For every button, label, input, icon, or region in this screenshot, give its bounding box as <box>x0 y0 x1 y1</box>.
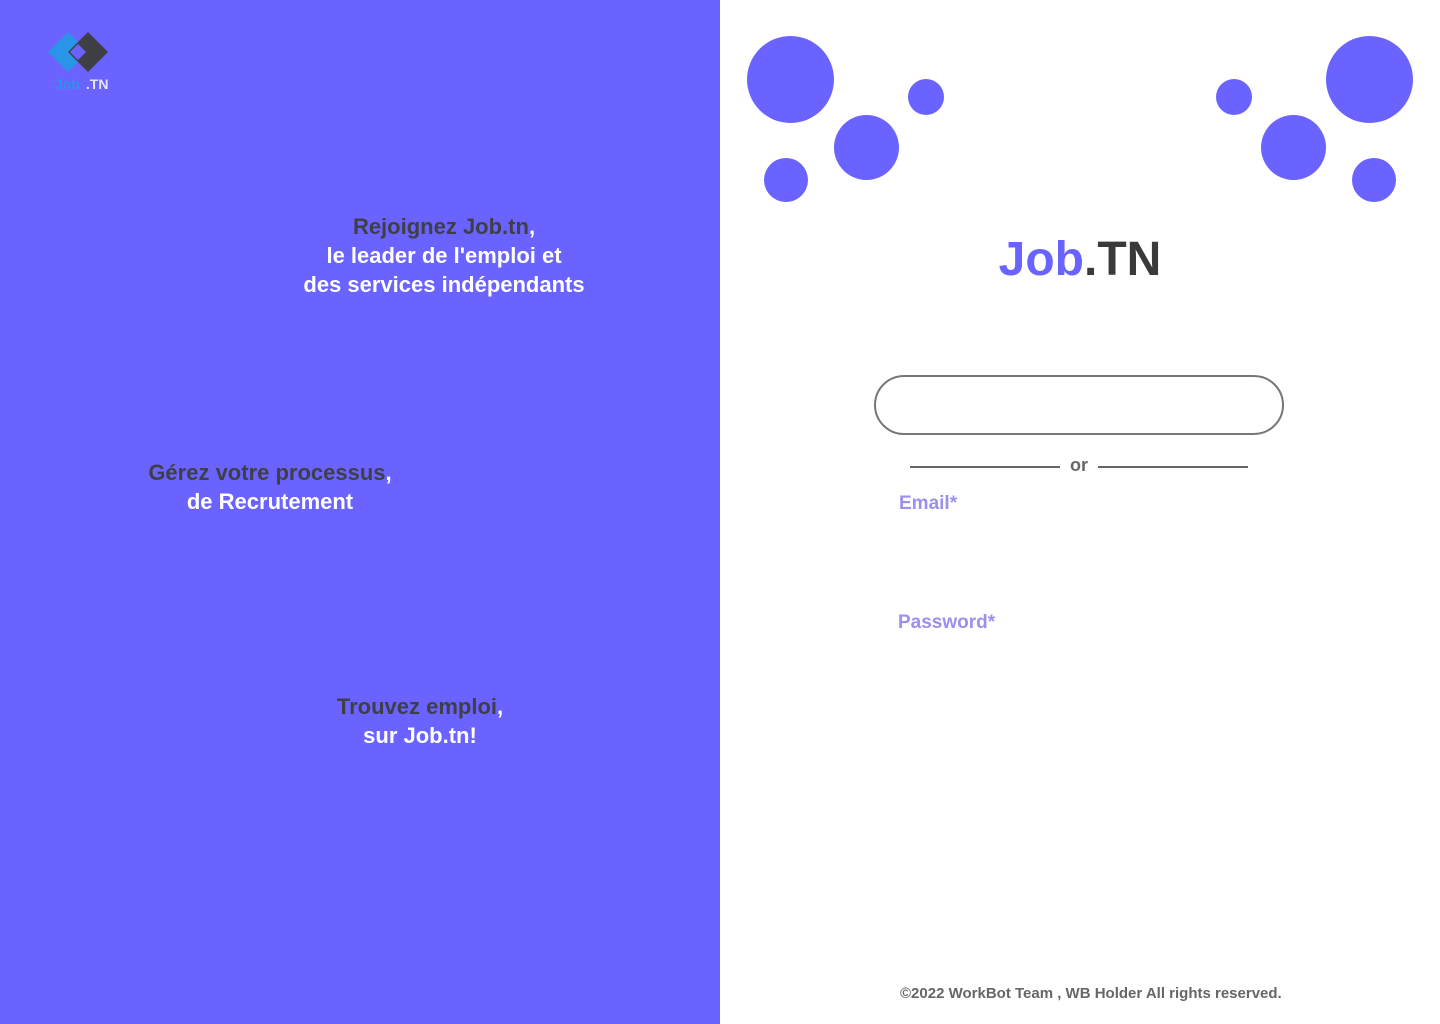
divider-line-left <box>910 466 1060 468</box>
logo-text: Job .TN <box>55 76 108 92</box>
or-text: or <box>1070 455 1088 475</box>
social-login-button[interactable] <box>874 375 1284 435</box>
decor-circle <box>1261 115 1326 180</box>
password-field[interactable] <box>898 643 1282 681</box>
logo-text-tn: .TN <box>85 76 109 92</box>
tagline-join: Rejoignez Job.tn, le leader de l'emploi … <box>264 212 624 299</box>
tagline-manage: Gérez votre processus, de Recrutement <box>90 458 450 516</box>
tagline-find-line2: sur Job.tn! <box>363 723 477 748</box>
tagline-join-line2: le leader de l'emploi et <box>326 243 562 268</box>
brand-title-tn: .TN <box>1084 233 1162 286</box>
tagline-join-comma: , <box>528 214 536 239</box>
decor-circle <box>1352 158 1396 202</box>
password-label: Password* <box>898 612 996 633</box>
logo-mark-icon <box>48 32 108 72</box>
tagline-manage-line2: de Recrutement <box>186 489 354 514</box>
decor-circle <box>1216 79 1252 115</box>
tagline-find-comma: , <box>497 694 504 719</box>
tagline-join-line3: des services indépendants <box>303 272 585 297</box>
decor-circle <box>764 158 808 202</box>
email-field[interactable] <box>898 524 1282 562</box>
tagline-find: Trouvez emploi, sur Job.tn! <box>260 692 580 750</box>
left-panel: Job .TN Rejoignez Job.tn, le leader de l'… <box>0 0 720 1024</box>
decor-circle <box>747 36 834 123</box>
tagline-manage-highlight: Gérez votre processus <box>148 460 386 485</box>
brand-title-job: Job <box>998 233 1084 286</box>
logo[interactable]: Job .TN <box>48 30 118 94</box>
tagline-find-highlight: Trouvez emploi <box>336 694 498 719</box>
brand-title: Job.TN <box>720 232 1440 287</box>
footer-copyright: ©2022 WorkBot Team , WB Holder All right… <box>900 985 1282 1002</box>
decor-circle <box>908 79 944 115</box>
decor-circle <box>1326 36 1413 123</box>
divider-line-right <box>1098 466 1248 468</box>
tagline-manage-comma: , <box>385 460 392 485</box>
tagline-join-highlight: Rejoignez Job.tn <box>352 214 529 239</box>
decor-circle <box>834 115 899 180</box>
email-label: Email* <box>899 493 958 514</box>
right-panel: Job.TN or Email* Password* ©2022 WorkBot… <box>720 0 1440 1024</box>
logo-text-job: Job <box>55 76 80 92</box>
or-divider: or <box>910 455 1250 477</box>
